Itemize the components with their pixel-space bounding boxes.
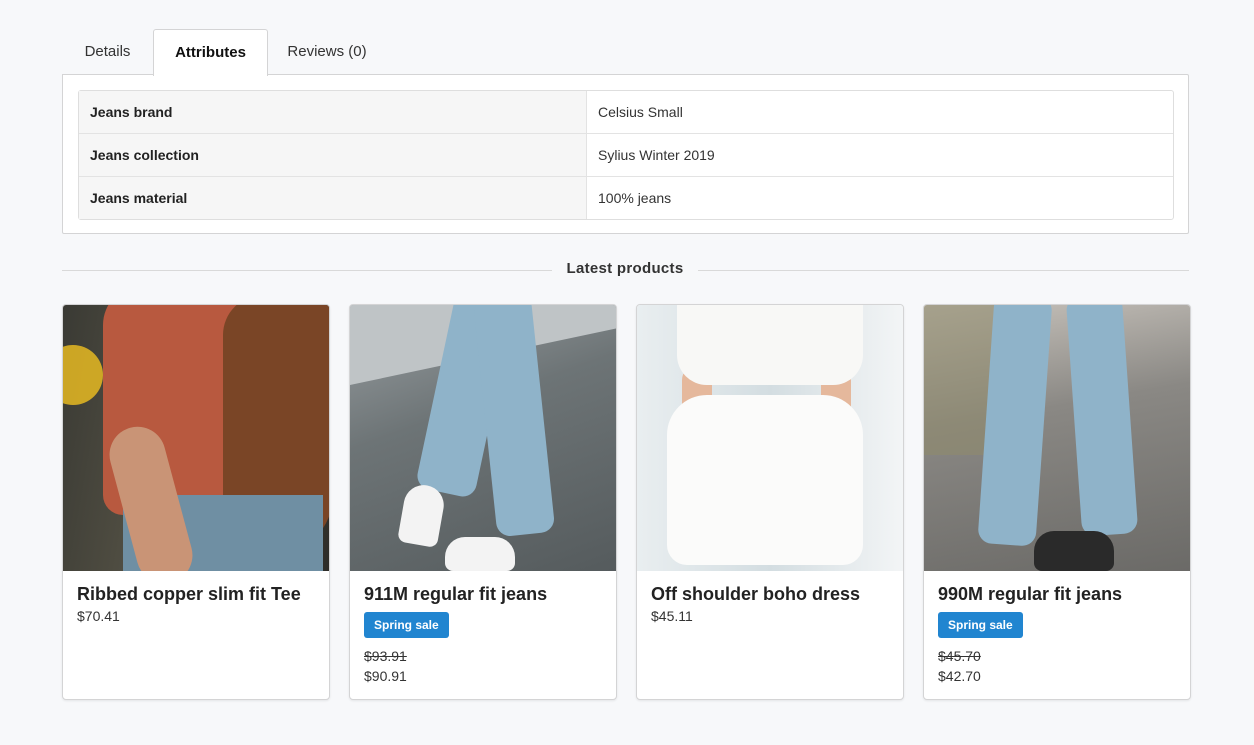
product-price: $42.70 xyxy=(938,668,981,684)
original-price: $93.91 xyxy=(364,648,407,664)
attribute-value: Sylius Winter 2019 xyxy=(587,133,1173,176)
product-card[interactable]: Ribbed copper slim fit Tee $70.41 xyxy=(62,304,330,700)
divider-line xyxy=(698,270,1189,271)
table-row: Jeans material 100% jeans xyxy=(79,176,1173,219)
product-price: $45.11 xyxy=(651,608,693,624)
product-price: $90.91 xyxy=(364,668,407,684)
tab-attributes[interactable]: Attributes xyxy=(153,29,268,76)
attributes-panel: Jeans brand Celsius Small Jeans collecti… xyxy=(62,74,1189,234)
product-image[interactable] xyxy=(350,305,616,571)
product-card[interactable]: Off shoulder boho dress $45.11 xyxy=(636,304,904,700)
product-image[interactable] xyxy=(637,305,903,571)
product-tabs: Details Attributes Reviews (0) xyxy=(62,29,1189,76)
product-name[interactable]: Off shoulder boho dress xyxy=(651,584,860,605)
tab-reviews[interactable]: Reviews (0) xyxy=(267,29,387,74)
product-name[interactable]: 990M regular fit jeans xyxy=(938,584,1122,605)
tab-details[interactable]: Details xyxy=(62,29,153,74)
latest-products-header: Latest products xyxy=(62,258,1189,282)
table-row: Jeans brand Celsius Small xyxy=(79,91,1173,133)
product-name[interactable]: 911M regular fit jeans xyxy=(364,584,547,605)
attribute-name: Jeans brand xyxy=(79,91,587,133)
product-image[interactable] xyxy=(924,305,1190,571)
sale-badge: Spring sale xyxy=(364,612,449,638)
attribute-name: Jeans collection xyxy=(79,133,587,176)
attributes-table: Jeans brand Celsius Small Jeans collecti… xyxy=(78,90,1174,220)
attribute-value: Celsius Small xyxy=(598,104,683,120)
section-title: Latest products xyxy=(566,260,684,277)
product-card[interactable]: 990M regular fit jeans Spring sale $45.7… xyxy=(923,304,1191,700)
product-image[interactable] xyxy=(63,305,329,571)
attribute-name: Jeans material xyxy=(79,176,587,219)
product-card[interactable]: 911M regular fit jeans Spring sale $93.9… xyxy=(349,304,617,700)
attribute-value: 100% jeans xyxy=(587,176,1173,219)
original-price: $45.70 xyxy=(938,648,981,664)
product-price: $70.41 xyxy=(77,608,120,624)
table-row: Jeans collection Sylius Winter 2019 xyxy=(79,133,1173,176)
divider-line xyxy=(62,270,552,271)
sale-badge: Spring sale xyxy=(938,612,1023,638)
product-name[interactable]: Ribbed copper slim fit Tee xyxy=(77,584,301,605)
